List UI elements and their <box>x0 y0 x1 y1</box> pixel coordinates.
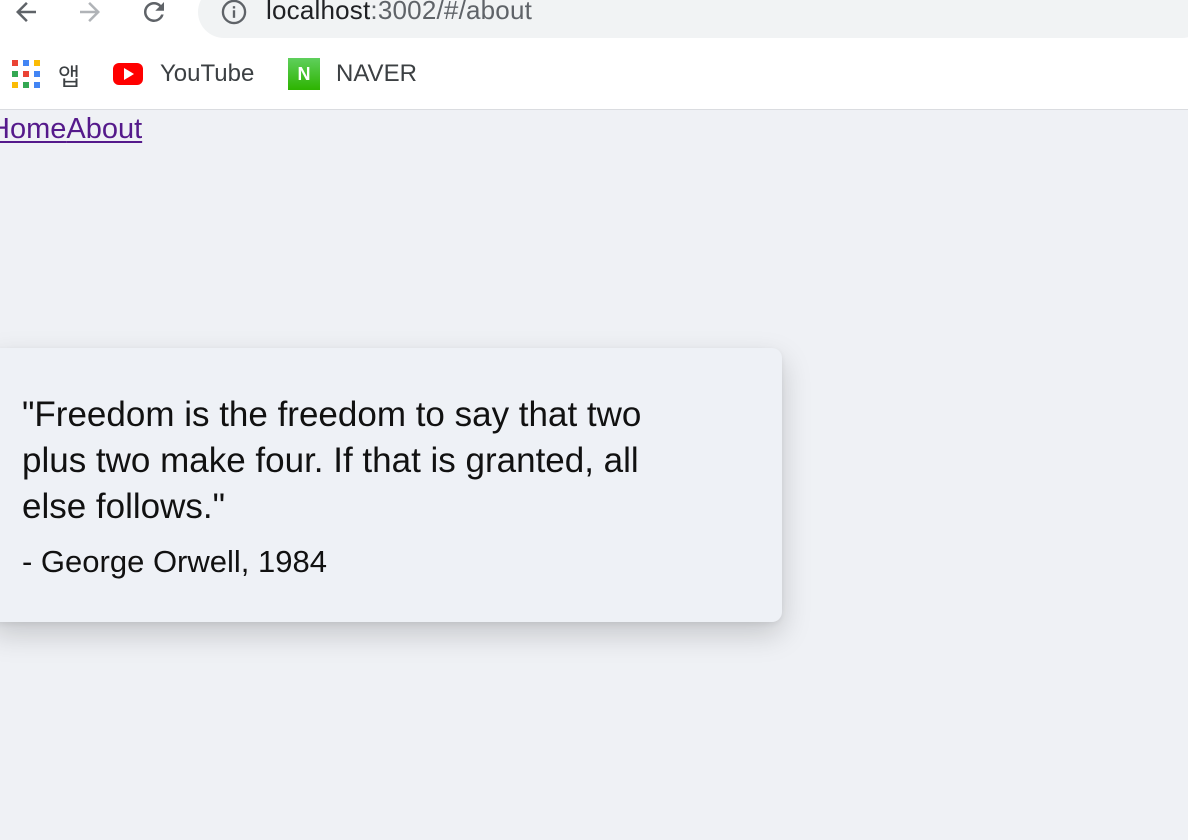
bookmark-apps-label: 앱 <box>58 63 81 91</box>
reload-button[interactable] <box>136 0 172 30</box>
url-host: localhost <box>266 0 371 25</box>
info-icon[interactable] <box>220 0 248 26</box>
url-path: :3002/#/about <box>370 0 533 25</box>
apps-grid-icon <box>12 60 40 88</box>
bookmark-youtube[interactable]: YouTube <box>113 58 254 90</box>
back-button[interactable] <box>8 0 44 30</box>
bookmarks-bar: 앱 YouTube N NAVER <box>0 42 1188 110</box>
bookmark-youtube-label: YouTube <box>160 60 255 87</box>
page-content: HomeAbout "Freedom is the freedom to say… <box>0 111 1188 840</box>
quote-text: "Freedom is the freedom to say that two … <box>22 395 642 526</box>
quote-card: "Freedom is the freedom to say that two … <box>0 348 782 622</box>
arrow-left-icon <box>16 2 36 22</box>
naver-icon: N <box>288 58 320 90</box>
quote-author: - George Orwell, 1984 <box>22 544 327 579</box>
url-text[interactable]: localhost:3002/#/about <box>266 0 532 26</box>
reload-icon <box>143 1 164 22</box>
browser-toolbar: localhost:3002/#/about <box>0 0 1188 42</box>
arrow-right-icon <box>80 2 100 22</box>
bookmark-naver[interactable]: N NAVER <box>288 58 417 90</box>
address-bar[interactable]: localhost:3002/#/about <box>198 0 1188 38</box>
about-link[interactable]: About <box>66 113 142 145</box>
router-nav: HomeAbout <box>0 113 142 146</box>
home-link[interactable]: Home <box>0 113 66 145</box>
youtube-icon <box>113 63 143 85</box>
bookmark-apps[interactable]: 앱 <box>12 58 81 91</box>
forward-button[interactable] <box>72 0 108 30</box>
bookmark-naver-label: NAVER <box>336 60 417 87</box>
